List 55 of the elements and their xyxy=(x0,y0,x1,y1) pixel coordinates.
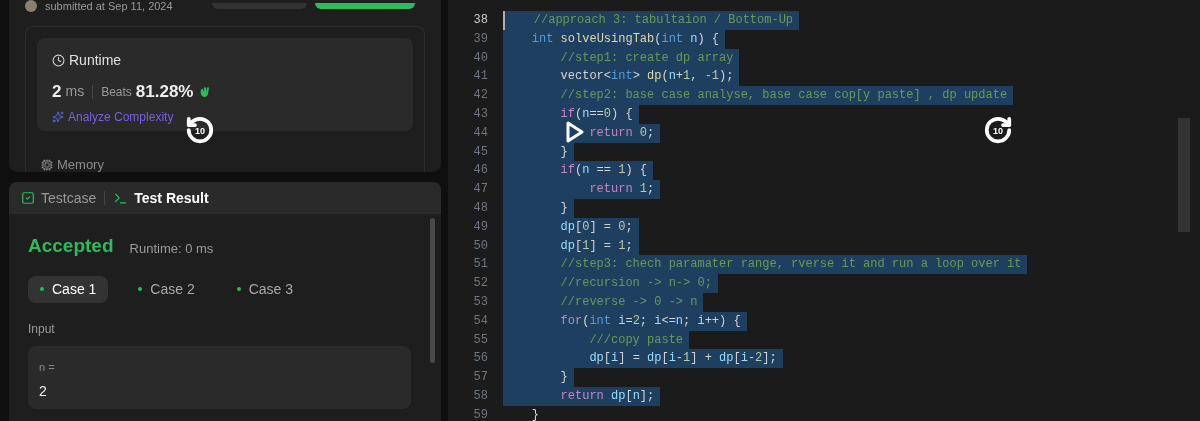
runtime-title: Runtime xyxy=(69,51,122,70)
line-number: 42 xyxy=(473,87,488,105)
scrollbar[interactable] xyxy=(430,218,435,363)
line-number: 59 xyxy=(473,406,488,421)
beats-label: Beats xyxy=(101,83,132,101)
runtime-value: 2 xyxy=(52,81,62,103)
text-cursor xyxy=(503,11,505,30)
line-number: 38 xyxy=(473,12,488,29)
code-line: } xyxy=(530,406,540,421)
submitted-date: submitted at Sep 11, 2024 xyxy=(45,0,173,12)
line-number: 49 xyxy=(473,218,488,236)
line-number: 58 xyxy=(473,387,488,405)
case-tab[interactable]: Case 1 xyxy=(28,275,109,303)
line-number: 50 xyxy=(473,237,488,255)
input-label: Input xyxy=(28,320,56,338)
memory-title: Memory xyxy=(57,156,104,172)
line-number: 51 xyxy=(473,256,488,274)
avatar-icon xyxy=(25,0,37,12)
forward-icon xyxy=(983,115,1013,145)
clock-icon xyxy=(52,54,65,67)
line-number: 43 xyxy=(473,106,488,123)
play-icon[interactable] xyxy=(566,121,584,143)
forward-button[interactable]: 10 xyxy=(982,114,1014,146)
line-number: 46 xyxy=(473,162,488,180)
line-number: 48 xyxy=(473,199,488,217)
rewind-icon xyxy=(185,115,215,145)
line-number: 56 xyxy=(473,350,488,368)
beats-value: 81.28% xyxy=(135,81,194,103)
line-number: 57 xyxy=(473,369,488,387)
panel-tab[interactable]: Testcase xyxy=(21,187,97,209)
line-number: 41 xyxy=(473,68,488,86)
case-tab[interactable]: Case 3 xyxy=(224,275,306,303)
line-number: 54 xyxy=(473,312,488,330)
scrollbar[interactable] xyxy=(1178,118,1190,232)
line-number: 47 xyxy=(473,181,488,199)
line-number: 44 xyxy=(473,124,488,142)
line-number: 55 xyxy=(473,331,488,349)
line-number: 39 xyxy=(473,30,488,48)
line-number: 52 xyxy=(473,275,488,293)
panel-tab[interactable]: Test Result xyxy=(113,187,209,209)
rewind-button[interactable]: 10 xyxy=(184,114,216,146)
checkbox-icon xyxy=(21,191,35,205)
sparkle-icon xyxy=(52,110,64,123)
result-runtime: Runtime: 0 ms xyxy=(129,240,214,258)
runtime-unit: ms xyxy=(65,82,85,102)
case-tab[interactable]: Case 2 xyxy=(126,275,207,303)
chip-icon xyxy=(41,158,53,171)
variable-name: n = xyxy=(39,359,56,375)
line-number: 40 xyxy=(473,49,488,67)
variable-value: 2 xyxy=(39,382,48,401)
result-status: Accepted xyxy=(28,234,114,258)
line-number: 53 xyxy=(473,293,488,311)
line-number: 45 xyxy=(473,143,488,161)
button[interactable] xyxy=(315,3,415,9)
terminal-icon xyxy=(113,190,129,206)
